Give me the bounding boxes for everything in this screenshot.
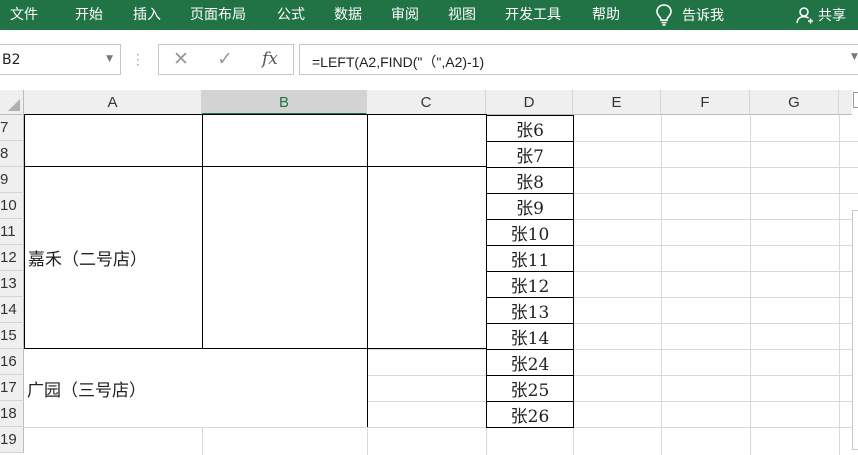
formula-bar: B2 ▼ · · · ✕ ✓ fx =LEFT(A2,FIND("（",A2)-1)…	[0, 30, 858, 90]
cell-d17[interactable]: 张25	[486, 375, 574, 402]
store-name: 嘉禾（二号店）	[28, 250, 147, 270]
cell-b9-merged[interactable]	[202, 166, 368, 349]
tell-me-label: 告诉我	[682, 8, 724, 24]
formula-buttons: ✕ ✓ fx	[158, 44, 294, 75]
row-header[interactable]: 7	[0, 115, 24, 141]
cell-d15[interactable]: 张14	[486, 323, 574, 350]
enter-icon[interactable]: ✓	[217, 48, 233, 70]
share-button[interactable]: 共享	[796, 2, 846, 28]
gridline	[24, 427, 858, 428]
cell-d12[interactable]: 张11	[486, 245, 574, 272]
insert-function-icon[interactable]: fx	[262, 49, 278, 69]
select-all-button[interactable]	[0, 90, 24, 115]
tab-developer[interactable]: 开发工具	[505, 4, 561, 24]
expand-formula-icon[interactable]: ▼	[851, 52, 858, 62]
cell-c7-merged[interactable]	[367, 114, 487, 167]
gridline	[661, 115, 662, 455]
lightbulb-icon	[656, 4, 672, 26]
ribbon-tab-bar: 文件 开始 插入 页面布局 公式 数据 审阅 视图 开发工具 帮助 告诉我 共享	[0, 0, 858, 30]
row-header[interactable]: 9	[0, 167, 24, 193]
column-header-f[interactable]: F	[661, 90, 750, 115]
worksheet-grid[interactable]: A B C D E F G 7 8 9 10 11 12 13 14 15 16…	[0, 90, 858, 455]
formula-input[interactable]: =LEFT(A2,FIND("（",A2)-1)	[299, 44, 858, 75]
tab-help[interactable]: 帮助	[592, 4, 620, 24]
cell-d9[interactable]: 张8	[486, 167, 574, 194]
cell-b16-merged[interactable]	[202, 348, 368, 427]
store-name: 广园（三号店）	[27, 380, 146, 401]
cancel-icon[interactable]: ✕	[173, 48, 189, 70]
cell-b7-merged[interactable]	[202, 114, 368, 167]
cell-a9-merged[interactable]: 嘉禾（二号店）	[24, 166, 203, 349]
cell-d14[interactable]: 张13	[486, 297, 574, 324]
tab-view[interactable]: 视图	[448, 4, 476, 24]
cell-d11[interactable]: 张10	[486, 219, 574, 246]
tab-file[interactable]: 文件	[10, 4, 38, 24]
column-header-b[interactable]: B	[202, 90, 367, 115]
person-icon	[796, 7, 813, 24]
row-header[interactable]: 13	[0, 271, 24, 297]
row-header[interactable]: 19	[0, 427, 24, 453]
row-header[interactable]: 17	[0, 375, 24, 401]
drag-handle-icon[interactable]: · · ·	[136, 49, 140, 71]
row-header[interactable]: 12	[0, 245, 24, 271]
cell-a7-merged[interactable]	[24, 114, 203, 167]
tell-me-box[interactable]: 告诉我	[656, 2, 724, 28]
row-header[interactable]: 14	[0, 297, 24, 323]
tab-formulas[interactable]: 公式	[277, 4, 305, 24]
tab-review[interactable]: 审阅	[391, 4, 419, 24]
cell-c9-merged[interactable]	[367, 166, 487, 349]
row-header[interactable]: 18	[0, 401, 24, 427]
column-header-e[interactable]: E	[573, 90, 661, 115]
tab-home[interactable]: 开始	[75, 4, 103, 24]
row-header[interactable]: 15	[0, 323, 24, 349]
row-header[interactable]: 16	[0, 349, 24, 375]
cell-d18[interactable]: 张26	[486, 401, 574, 428]
column-header-d[interactable]: D	[486, 90, 573, 115]
cell-d7[interactable]: 张6	[486, 115, 574, 142]
column-header-g[interactable]: G	[750, 90, 839, 115]
cell-d10[interactable]: 张9	[486, 193, 574, 220]
row-header[interactable]: 11	[0, 219, 24, 245]
cell-d16[interactable]: 张24	[486, 349, 574, 376]
name-box[interactable]: B2 ▼	[0, 44, 121, 75]
tab-data[interactable]: 数据	[334, 4, 362, 24]
vertical-scrollbar[interactable]	[852, 210, 858, 450]
cell-d8[interactable]: 张7	[486, 141, 574, 168]
cell-a16-merged[interactable]: 广园（三号店）	[24, 348, 203, 427]
tab-insert[interactable]: 插入	[133, 4, 161, 24]
split-box[interactable]	[853, 92, 858, 108]
column-header-h[interactable]	[839, 90, 852, 115]
gridline	[839, 115, 840, 455]
row-header[interactable]: 8	[0, 141, 24, 167]
row-header[interactable]: 10	[0, 193, 24, 219]
name-box-value: B2	[2, 52, 21, 68]
gridline	[750, 115, 751, 455]
share-label: 共享	[818, 8, 846, 24]
column-header-a[interactable]: A	[24, 90, 202, 115]
cell-d13[interactable]: 张12	[486, 271, 574, 298]
tab-page-layout[interactable]: 页面布局	[190, 4, 246, 24]
column-header-c[interactable]: C	[367, 90, 486, 115]
chevron-down-icon[interactable]: ▼	[106, 54, 113, 64]
